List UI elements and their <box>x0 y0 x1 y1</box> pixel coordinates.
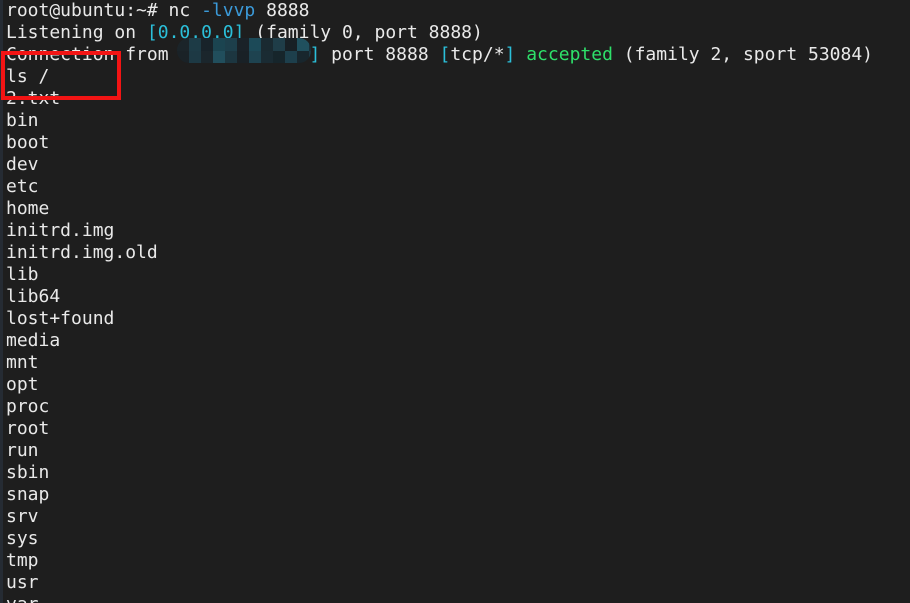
terminal-token: Listening on <box>6 22 147 43</box>
terminal-token: mnt <box>6 352 39 373</box>
terminal-token: dev <box>6 154 39 175</box>
terminal-line-out-2: boot <box>6 132 49 154</box>
terminal-token: initrd.img.old <box>6 242 158 263</box>
terminal-line-out-22: usr <box>6 572 39 594</box>
redaction-pixel-block <box>297 51 309 63</box>
terminal-token: proc <box>6 396 50 417</box>
terminal-token: sbin <box>6 462 50 483</box>
redaction-pixel-block <box>309 38 311 51</box>
redaction-pixel-block <box>297 38 309 51</box>
terminal-token: root@ubuntu:~# nc <box>6 0 202 21</box>
redaction-pixel-block <box>237 51 249 63</box>
terminal-token: lib <box>6 264 39 285</box>
terminal-token: root <box>6 418 50 439</box>
terminal-line-out-12: mnt <box>6 352 39 374</box>
redacted-ip-address <box>177 38 311 63</box>
terminal-token: snap <box>6 484 50 505</box>
terminal-token: ] <box>309 44 321 65</box>
terminal-token: initrd.img <box>6 220 115 241</box>
redaction-pixel-block <box>285 38 297 51</box>
terminal-line-out-20: sys <box>6 528 39 550</box>
redaction-pixel-block <box>189 51 201 63</box>
terminal-line-out-0: 2.txt <box>6 88 60 110</box>
terminal-token: 2.txt <box>6 88 61 109</box>
redaction-pixel-block <box>285 51 297 63</box>
terminal-line-out-11: media <box>6 330 60 352</box>
terminal-line-connection-line: Connection from ] port 8888 [tcp/*] acce… <box>6 44 873 66</box>
redaction-pixel-block <box>261 38 273 51</box>
terminal-token: usr <box>6 572 39 593</box>
terminal-line-remote-command-line: ls / <box>6 66 49 88</box>
terminal-token: Connection from <box>6 44 180 65</box>
terminal-token: home <box>6 198 50 219</box>
terminal-token: var <box>6 594 39 603</box>
redaction-pixel-block <box>261 51 273 63</box>
terminal-token: opt <box>6 374 39 395</box>
terminal-line-out-18: snap <box>6 484 49 506</box>
terminal-line-out-6: initrd.img <box>6 220 114 242</box>
redaction-pixel-block <box>201 38 213 51</box>
terminal-line-out-7: initrd.img.old <box>6 242 158 264</box>
terminal-token: (family 2, sport 53084) <box>612 44 874 65</box>
terminal-token: lost+found <box>6 308 115 329</box>
terminal-line-out-1: bin <box>6 110 39 132</box>
terminal-line-out-15: root <box>6 418 49 440</box>
terminal-token: sys <box>6 528 39 549</box>
terminal-token: tmp <box>6 550 39 571</box>
redaction-pixel-block <box>189 38 201 51</box>
terminal-line-out-13: opt <box>6 374 39 396</box>
terminal-line-out-21: tmp <box>6 550 39 572</box>
terminal-token: tcp/* <box>450 44 505 65</box>
terminal-line-out-5: home <box>6 198 49 220</box>
redaction-pixel-block <box>201 51 213 63</box>
terminal-token: boot <box>6 132 50 153</box>
redaction-pixel-block <box>237 38 249 51</box>
terminal-token: bin <box>6 110 39 131</box>
redaction-pixel-block <box>213 51 225 63</box>
terminal-token: accepted <box>526 44 613 65</box>
terminal-line-out-3: dev <box>6 154 39 176</box>
terminal-screen[interactable]: root@ubuntu:~# nc -lvvp 8888 Listening on… <box>0 0 910 603</box>
redaction-pixel-block <box>213 38 225 51</box>
terminal-line-out-16: run <box>6 440 39 462</box>
terminal-line-out-19: srv <box>6 506 39 528</box>
terminal-line-out-14: proc <box>6 396 49 418</box>
terminal-line-out-8: lib <box>6 264 39 286</box>
terminal-token: 8888 <box>255 0 310 21</box>
terminal-token: ls / <box>6 66 50 87</box>
redaction-pixel-block <box>273 38 285 51</box>
terminal-token: [ <box>439 44 451 65</box>
terminal-window[interactable]: root@ubuntu:~# nc -lvvp 8888 Listening on… <box>0 0 910 603</box>
terminal-line-out-23: var <box>6 594 39 603</box>
terminal-token: lib64 <box>6 286 61 307</box>
terminal-token: media <box>6 330 61 351</box>
redaction-pixel-block <box>225 51 237 63</box>
redaction-pixel-block <box>177 38 189 51</box>
terminal-line-out-10: lost+found <box>6 308 114 330</box>
terminal-line-prompt-line: root@ubuntu:~# nc -lvvp 8888 <box>6 0 309 22</box>
redaction-pixel-block <box>177 51 189 63</box>
terminal-line-out-4: etc <box>6 176 39 198</box>
terminal-token: port 8888 <box>320 44 440 65</box>
terminal-token: ] <box>504 44 516 65</box>
redaction-pixel-block <box>225 38 237 51</box>
redaction-pixel-block <box>249 51 261 63</box>
redaction-pixel-block <box>273 51 285 63</box>
terminal-line-out-17: sbin <box>6 462 49 484</box>
terminal-token: srv <box>6 506 39 527</box>
terminal-line-out-9: lib64 <box>6 286 60 308</box>
redaction-pixel-block <box>249 38 261 51</box>
redaction-pixel-block <box>309 51 311 63</box>
terminal-token: -lvvp <box>201 0 256 21</box>
terminal-token: etc <box>6 176 39 197</box>
terminal-token: run <box>6 440 39 461</box>
